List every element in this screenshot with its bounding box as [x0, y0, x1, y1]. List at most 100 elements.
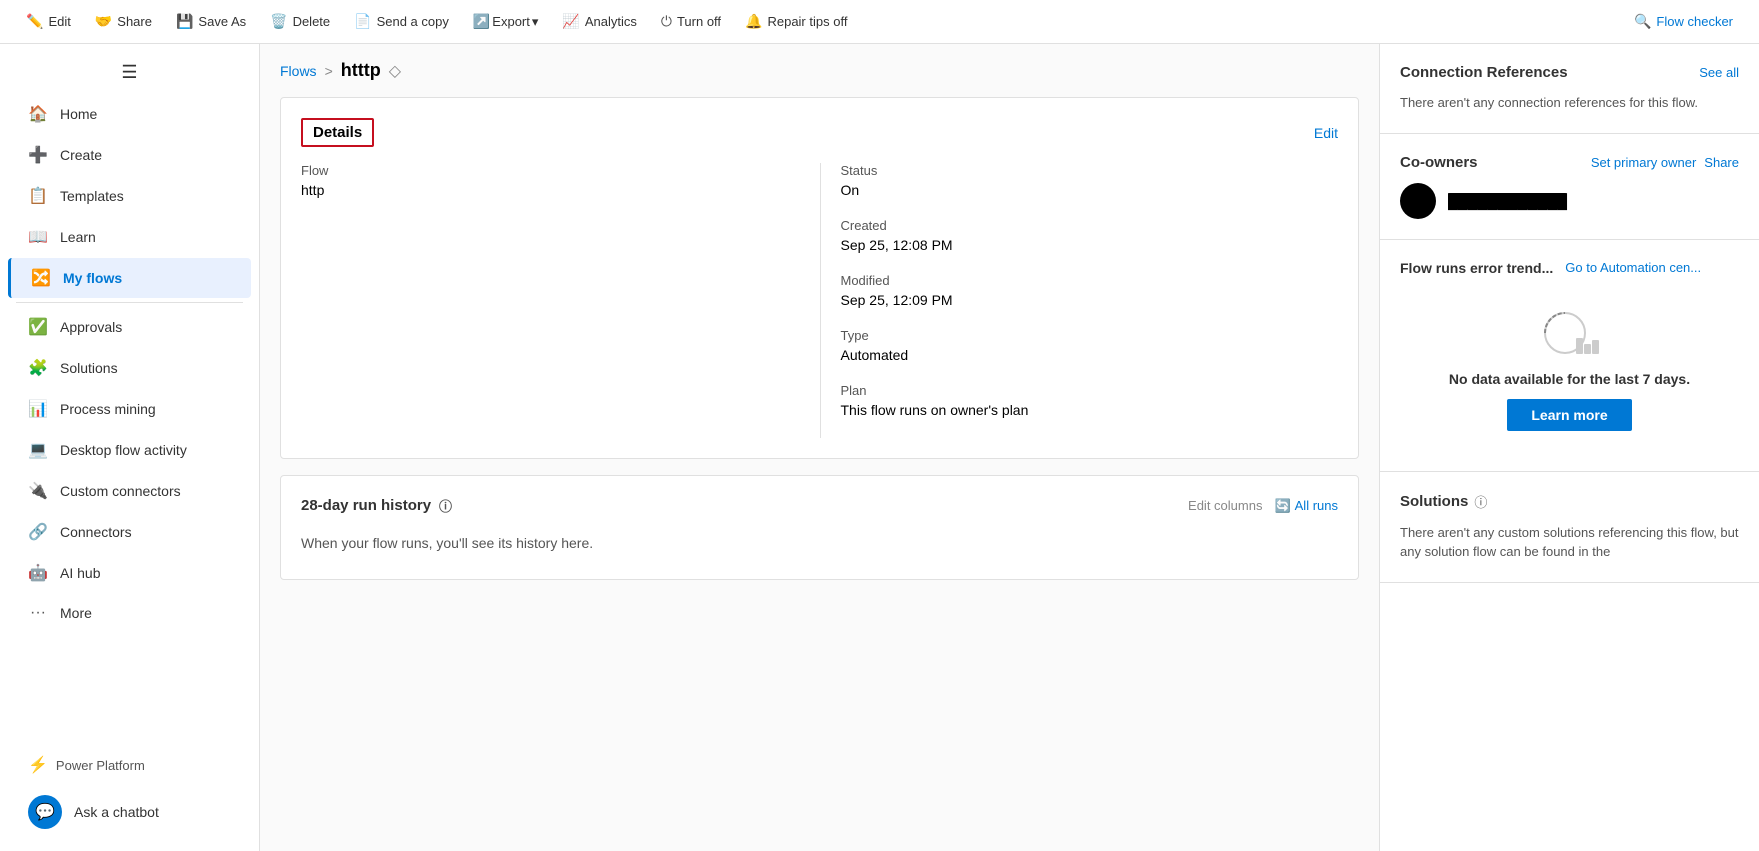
breadcrumb: Flows > htttp ◇	[280, 60, 1359, 81]
breadcrumb-current-flow: htttp	[341, 60, 381, 81]
info-icon[interactable]: ⓘ	[439, 496, 452, 515]
plan-detail-group: Plan This flow runs on owner's plan	[841, 383, 1339, 418]
repair-tips-button[interactable]: 🔔 Repair tips off	[735, 9, 857, 34]
learn-more-button[interactable]: Learn more	[1507, 399, 1631, 431]
solutions-text: There aren't any custom solutions refere…	[1400, 523, 1739, 562]
sidebar-item-solutions[interactable]: 🧩 Solutions	[8, 348, 251, 388]
status-label: Status	[841, 163, 1339, 178]
chart-icon	[1540, 308, 1600, 371]
turn-off-button[interactable]: ⏻ Turn off	[651, 9, 731, 34]
send-copy-button[interactable]: 📄 Send a copy	[344, 9, 459, 34]
sidebar-item-more[interactable]: ··· More	[8, 594, 251, 632]
refresh-icon: 🔄	[1274, 498, 1290, 514]
ask-chatbot-button[interactable]: 💬 Ask a chatbot	[8, 785, 251, 839]
analytics-icon: 📈	[562, 13, 579, 30]
details-card-title: Details	[301, 118, 374, 147]
sidebar-item-learn[interactable]: 📖 Learn	[8, 217, 251, 257]
edit-columns-button[interactable]: Edit columns	[1188, 498, 1262, 513]
edit-button[interactable]: ✏️ Edit	[16, 9, 81, 34]
sidebar-item-custom-connectors[interactable]: 🔌 Custom connectors	[8, 471, 251, 511]
plan-label: Plan	[841, 383, 1339, 398]
approvals-icon: ✅	[28, 317, 48, 337]
content-area: Flows > htttp ◇ Details Edit Flow http	[260, 44, 1379, 851]
connectors-icon: 🔗	[28, 522, 48, 542]
flow-checker-icon: 🔍	[1634, 13, 1651, 30]
edit-icon: ✏️	[26, 13, 43, 30]
flow-checker-button[interactable]: 🔍 Flow checker	[1624, 9, 1743, 34]
solutions-title-container: Solutions ⓘ	[1400, 492, 1487, 511]
error-trend-header: Flow runs error trend... Go to Automatio…	[1400, 260, 1739, 276]
connection-references-text: There aren't any connection references f…	[1400, 93, 1739, 113]
power-platform-link[interactable]: ⚡ Power Platform	[8, 745, 251, 785]
sidebar-item-desktop-flow-activity[interactable]: 💻 Desktop flow activity	[8, 430, 251, 470]
sidebar-item-ai-hub[interactable]: 🤖 AI hub	[8, 553, 251, 593]
send-copy-icon: 📄	[354, 13, 371, 30]
solutions-header: Solutions ⓘ	[1400, 492, 1739, 511]
sidebar-item-approvals[interactable]: ✅ Approvals	[8, 307, 251, 347]
status-detail-group: Status On	[841, 163, 1339, 198]
hamburger-button[interactable]: ☰	[0, 52, 259, 93]
connection-references-header: Connection References See all	[1400, 64, 1739, 81]
run-history-header: 28-day run history ⓘ Edit columns 🔄 All …	[301, 496, 1338, 515]
co-owners-share-link[interactable]: Share	[1704, 155, 1739, 170]
chatbot-avatar: 💬	[28, 795, 62, 829]
details-edit-link[interactable]: Edit	[1314, 125, 1338, 141]
type-label: Type	[841, 328, 1339, 343]
status-value: On	[841, 182, 1339, 198]
automation-center-link[interactable]: Go to Automation cen...	[1565, 260, 1701, 275]
co-owners-title: Co-owners	[1400, 154, 1478, 171]
all-runs-button[interactable]: 🔄 All runs	[1274, 498, 1338, 514]
right-panel: Connection References See all There aren…	[1379, 44, 1759, 851]
no-data-text: No data available for the last 7 days.	[1449, 371, 1690, 387]
avatar	[1400, 183, 1436, 219]
error-trend-section: Flow runs error trend... Go to Automatio…	[1380, 240, 1759, 472]
breadcrumb-separator: >	[325, 63, 333, 79]
see-all-link[interactable]: See all	[1699, 65, 1739, 80]
export-button[interactable]: ↗️ Export ▾	[463, 9, 549, 34]
details-card-header: Details Edit	[301, 118, 1338, 147]
modified-label: Modified	[841, 273, 1339, 288]
more-icon: ···	[28, 604, 48, 622]
created-detail-group: Created Sep 25, 12:08 PM	[841, 218, 1339, 253]
chart-area: No data available for the last 7 days. L…	[1400, 288, 1739, 451]
type-detail-group: Type Automated	[841, 328, 1339, 363]
chart-svg	[1540, 308, 1600, 368]
export-chevron-icon: ▾	[532, 14, 539, 30]
sidebar-item-process-mining[interactable]: 📊 Process mining	[8, 389, 251, 429]
run-history-actions: Edit columns 🔄 All runs	[1188, 498, 1338, 514]
created-value: Sep 25, 12:08 PM	[841, 237, 1339, 253]
breadcrumb-flows-link[interactable]: Flows	[280, 63, 317, 79]
sidebar-item-home[interactable]: 🏠 Home	[8, 94, 251, 134]
solutions-title: Solutions	[1400, 493, 1468, 510]
sidebar-bottom: ⚡ Power Platform 💬 Ask a chatbot	[0, 733, 259, 851]
sidebar: ☰ 🏠 Home ➕ Create 📋 Templates 📖 Learn 🔀 …	[0, 44, 260, 851]
sidebar-item-templates[interactable]: 📋 Templates	[8, 176, 251, 216]
solutions-info-icon[interactable]: ⓘ	[1474, 492, 1487, 511]
sidebar-item-create[interactable]: ➕ Create	[8, 135, 251, 175]
solutions-section: Solutions ⓘ There aren't any custom solu…	[1380, 472, 1759, 583]
run-history-empty-message: When your flow runs, you'll see its hist…	[301, 527, 1338, 559]
analytics-button[interactable]: 📈 Analytics	[552, 9, 646, 34]
power-icon: ⏻	[661, 13, 672, 30]
save-as-button[interactable]: 💾 Save As	[166, 9, 256, 34]
process-mining-icon: 📊	[28, 399, 48, 419]
flow-label: Flow	[301, 163, 800, 178]
bell-icon: 🔔	[745, 13, 762, 30]
share-button[interactable]: 🤝 Share	[85, 9, 162, 34]
power-platform-icon: ⚡	[28, 755, 48, 775]
run-history-card: 28-day run history ⓘ Edit columns 🔄 All …	[280, 475, 1359, 580]
co-owner-row: ████████████	[1400, 183, 1739, 219]
share-icon: 🤝	[95, 13, 112, 30]
diamond-icon: ◇	[389, 61, 401, 81]
sidebar-item-my-flows[interactable]: 🔀 My flows	[8, 258, 251, 298]
home-icon: 🏠	[28, 104, 48, 124]
connection-references-section: Connection References See all There aren…	[1380, 44, 1759, 134]
desktop-flow-icon: 💻	[28, 440, 48, 460]
sidebar-item-connectors[interactable]: 🔗 Connectors	[8, 512, 251, 552]
set-primary-owner-link[interactable]: Set primary owner	[1591, 155, 1696, 170]
delete-button[interactable]: 🗑️ Delete	[260, 9, 340, 34]
plan-value: This flow runs on owner's plan	[841, 402, 1339, 418]
my-flows-icon: 🔀	[31, 268, 51, 288]
sidebar-divider-1	[16, 302, 243, 303]
save-as-icon: 💾	[176, 13, 193, 30]
